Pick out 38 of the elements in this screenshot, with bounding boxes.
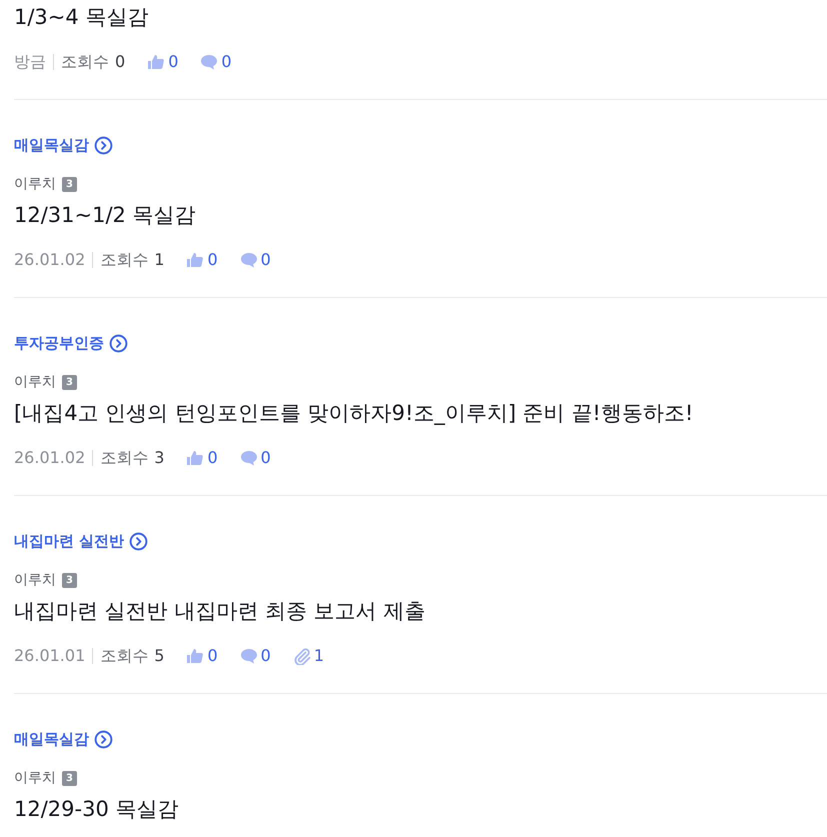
level-badge: 3 <box>62 770 77 786</box>
like-count: 0 <box>168 51 178 73</box>
post-title[interactable]: 12/31~1/2 목실감 <box>14 200 196 230</box>
views-count: 0 <box>115 51 126 73</box>
post-date: 방금 <box>14 51 46 73</box>
comment-count: 0 <box>221 51 232 73</box>
board-link[interactable]: 매일목실감 <box>14 727 113 751</box>
post-title[interactable]: 1/3~4 목실감 <box>14 2 148 32</box>
like-count: 0 <box>207 447 218 469</box>
level-badge: 3 <box>62 176 77 192</box>
board-link[interactable]: 매일목실감 <box>14 133 113 157</box>
views-label: 조회수 <box>61 51 109 73</box>
author-name: 이루치 <box>14 571 56 590</box>
board-link[interactable]: 투자공부인증 <box>14 331 128 355</box>
author-name: 이루치 <box>14 175 56 194</box>
author-name: 이루치 <box>14 769 56 788</box>
like-count: 0 <box>207 645 218 667</box>
author-name: 이루치 <box>14 373 56 392</box>
post-title[interactable]: 내집마련 실전반 내집마련 최종 보고서 제출 <box>14 596 426 626</box>
post-date: 26.01.01 <box>14 645 86 667</box>
board-link[interactable]: 내집마련 실전반 <box>14 529 148 553</box>
level-badge: 3 <box>62 572 77 588</box>
post-title[interactable]: [내집4고 인생의 턴잉포인트를 맞이하자9!조_이루치] 준비 끝!행동하조! <box>14 398 694 428</box>
comment-count: 0 <box>260 447 271 469</box>
post-title[interactable]: 12/29-30 목실감 <box>14 794 178 824</box>
views-label: 조회수 <box>100 447 148 469</box>
level-badge: 3 <box>62 374 77 390</box>
like-count: 0 <box>207 249 218 271</box>
post-date: 26.01.02 <box>14 249 86 271</box>
views-count: 1 <box>154 249 164 271</box>
views-label: 조회수 <box>100 645 148 667</box>
comment-count: 0 <box>260 249 271 271</box>
views-label: 조회수 <box>100 249 148 271</box>
attachment-count: 1 <box>314 645 324 667</box>
views-count: 5 <box>154 645 164 667</box>
post-date: 26.01.02 <box>14 447 86 469</box>
views-count: 3 <box>154 447 164 469</box>
comment-count: 0 <box>260 645 271 667</box>
